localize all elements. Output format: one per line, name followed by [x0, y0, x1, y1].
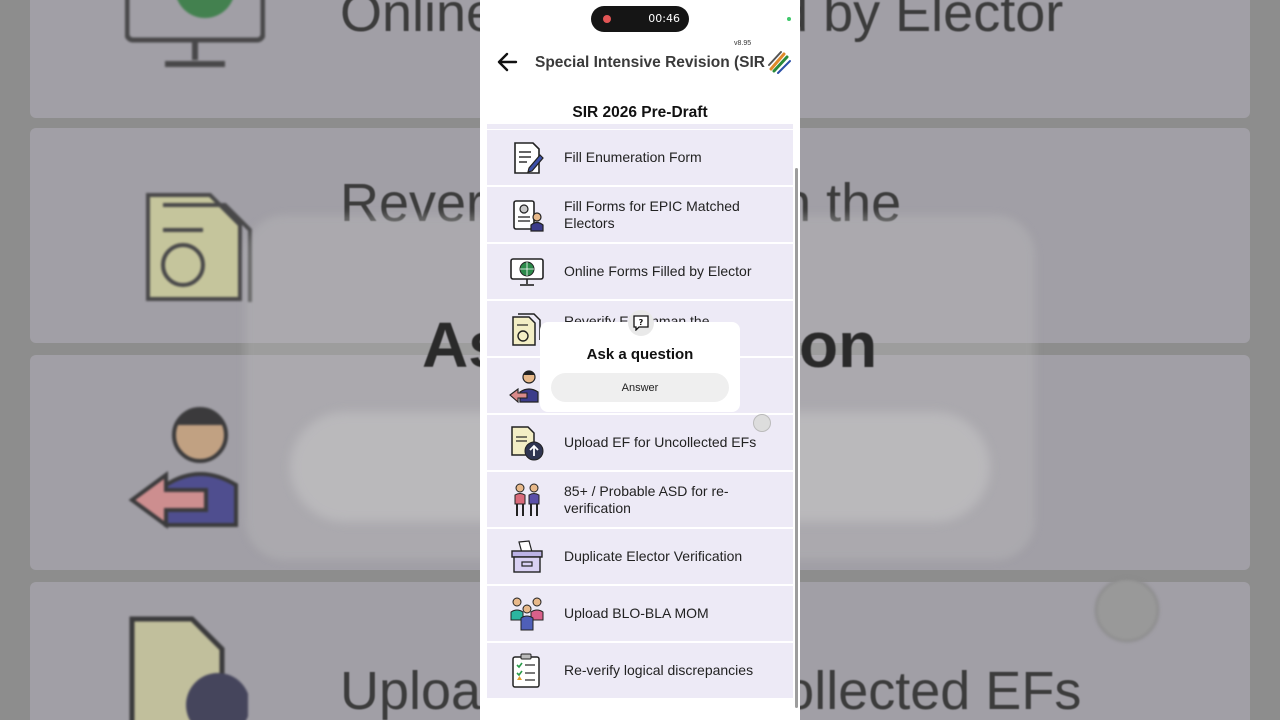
menu-item-upload-ef-uncollected[interactable]: Upload EF for Uncollected EFs: [487, 415, 793, 470]
document-upload-icon: [129, 616, 248, 720]
menu-item-label: 85+ / Probable ASD for re-verification: [564, 482, 729, 516]
document-upload-icon: [511, 426, 544, 461]
recording-indicator: 00:46: [591, 6, 689, 32]
elderly-couple-icon: [514, 483, 540, 516]
id-card-icon: [513, 200, 544, 232]
bg-touch-indicator: [1095, 578, 1159, 642]
phone-screen: 00:46 Special Intensive Revision (SIR v8…: [480, 0, 800, 720]
answer-button[interactable]: Answer: [551, 373, 729, 402]
menu-item-label: Upload EF for Uncollected EFs: [564, 434, 757, 450]
menu-item-duplicate-elector[interactable]: Duplicate Elector Verification: [487, 529, 793, 584]
app-bar: Special Intensive Revision (SIR v8.95: [480, 40, 800, 86]
arrow-left-icon[interactable]: [494, 48, 522, 76]
menu-item-epic-matched-electors[interactable]: Fill Forms for EPIC Matched Electors: [487, 187, 793, 242]
menu-item-fill-enumeration-form[interactable]: Fill Enumeration Form: [487, 130, 793, 185]
menu-item-online-forms[interactable]: Online Forms Filled by Elector: [487, 244, 793, 299]
menu-item-label: Re-verify logical discrepancies: [564, 662, 754, 678]
document-refresh-icon: [146, 193, 252, 302]
menu-item-label: Upload BLO-BLA MOM: [564, 605, 709, 621]
menu-item-label: Duplicate Elector Verification: [564, 548, 743, 564]
popup-title: Ask a question: [586, 346, 694, 363]
checklist-icon: [512, 653, 540, 688]
list-top-edge: [487, 124, 793, 129]
person-return-icon: [128, 407, 238, 529]
scrollbar[interactable]: [795, 168, 798, 708]
meeting-people-icon: [510, 597, 544, 631]
menu-list: Fill Enumeration Form Fill Forms for EPI…: [487, 130, 793, 700]
eci-logo-icon: [765, 49, 791, 75]
menu-item-upload-blo-bla-mom[interactable]: Upload BLO-BLA MOM: [487, 586, 793, 641]
section-title: SIR 2026 Pre-Draft: [572, 104, 708, 121]
menu-item-label: Online Forms Filled by Elector: [564, 263, 752, 279]
touch-indicator: [753, 414, 771, 432]
monitor-globe-icon: [125, 0, 265, 67]
menu-item-label: Fill Forms for EPIC Matched Electors: [564, 197, 740, 231]
recording-time: 00:46: [648, 12, 680, 25]
ballot-box-icon: [511, 540, 543, 573]
record-dot-icon: [603, 15, 611, 23]
monitor-globe-icon: [510, 258, 544, 286]
privacy-dot-icon: [787, 17, 791, 21]
menu-item-reverify-logical[interactable]: Re-verify logical discrepancies: [487, 643, 793, 698]
page-title: Special Intensive Revision (SIR: [535, 54, 765, 71]
menu-item-85-plus-asd[interactable]: 85+ / Probable ASD for re-verification: [487, 472, 793, 527]
app-version: v8.95: [734, 40, 752, 47]
ask-question-popup: ? Ask a question Answer: [540, 310, 740, 412]
form-edit-icon: [514, 142, 544, 174]
question-bubble-icon: ?: [628, 310, 654, 336]
svg-text:?: ?: [639, 318, 644, 327]
menu-item-label: Fill Enumeration Form: [564, 149, 702, 165]
